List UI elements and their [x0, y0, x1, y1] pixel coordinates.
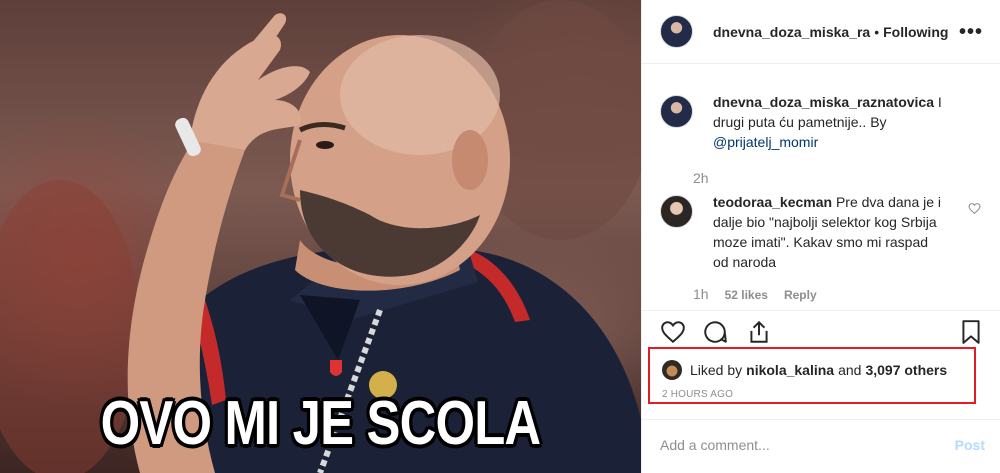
post-timestamp: 2 HOURS AGO: [662, 389, 734, 400]
meme-caption-text: OVO MI JE SCOLA: [100, 389, 542, 458]
add-comment-input[interactable]: [660, 434, 920, 456]
post-comment-button[interactable]: Post: [955, 437, 985, 453]
post-side-panel: dnevna_doza_miska_ra • Following ••• dne…: [641, 0, 1000, 473]
post-header: dnevna_doza_miska_ra • Following •••: [642, 0, 1000, 64]
share-icon[interactable]: [746, 319, 772, 345]
likes-summary: Liked by nikola_kalina and 3,097 others: [662, 360, 951, 380]
commenter-username[interactable]: teodoraa_kecman: [713, 194, 832, 210]
header-separator: •: [874, 23, 880, 40]
comment-item: teodoraa_kecman Pre dva dana je i dalje …: [660, 192, 985, 302]
reply-button[interactable]: Reply: [784, 288, 817, 302]
caption-time: 2h: [693, 170, 709, 186]
likes-highlight-box: Liked by nikola_kalina and 3,097 others …: [648, 347, 976, 404]
caption-author-avatar[interactable]: [660, 95, 693, 128]
heart-icon[interactable]: [660, 319, 686, 345]
comment-meta: 1h 52 likes Reply: [693, 286, 945, 302]
following-button[interactable]: Following: [883, 24, 948, 40]
likes-conjunction: and: [838, 362, 862, 378]
likes-others-link[interactable]: 3,097 others: [865, 362, 947, 378]
liker-avatar[interactable]: [662, 360, 682, 380]
post-caption: dnevna_doza_miska_raznatovica I drugi pu…: [660, 92, 985, 186]
author-avatar[interactable]: [660, 15, 693, 48]
bookmark-icon[interactable]: [958, 319, 984, 345]
caption-username[interactable]: dnevna_doza_miska_raznatovica: [713, 94, 934, 110]
author-username[interactable]: dnevna_doza_miska_ra: [713, 24, 870, 40]
post-actions-bar: [642, 310, 1000, 350]
liker-username[interactable]: nikola_kalina: [746, 362, 834, 378]
comment-icon[interactable]: [702, 319, 728, 345]
comment-time: 1h: [693, 286, 709, 302]
add-comment-bar: Post: [642, 419, 1000, 473]
more-options-icon[interactable]: •••: [959, 21, 983, 44]
caption-mention-link[interactable]: @prijatelj_momir: [713, 134, 818, 150]
comments-list: dnevna_doza_miska_raznatovica I drugi pu…: [642, 64, 1000, 306]
post-image[interactable]: OVO MI JE SCOLA: [0, 0, 641, 473]
comment-like-heart-icon[interactable]: [968, 202, 981, 215]
commenter-avatar[interactable]: [660, 195, 693, 228]
comment-likes-count[interactable]: 52 likes: [725, 288, 768, 302]
likes-prefix: Liked by: [690, 362, 743, 378]
